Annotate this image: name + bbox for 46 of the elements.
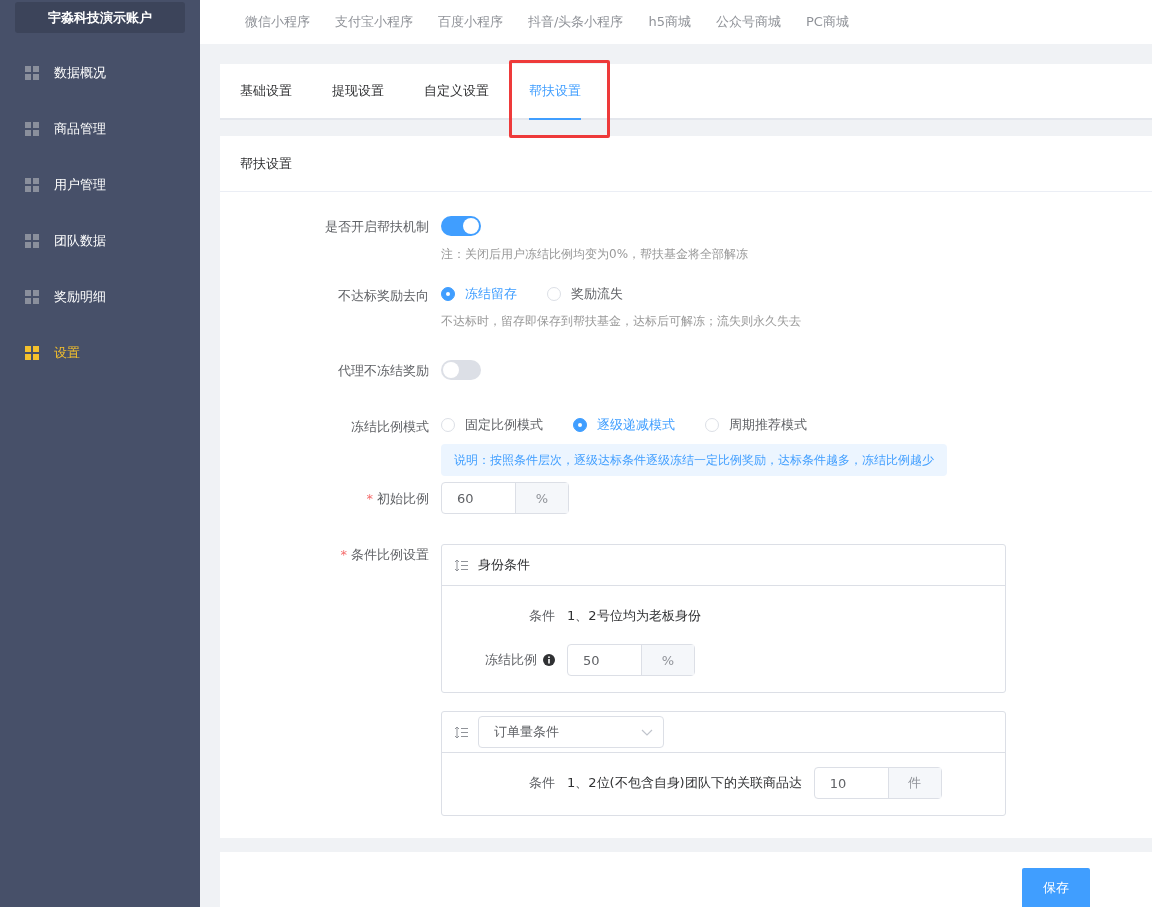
platform-tab[interactable]: 百度小程序 [438,13,503,31]
number-input-field[interactable]: 50 % [567,644,695,676]
account-name: 宇淼科技演示账户 [15,2,185,33]
grid-icon [25,178,39,192]
field-label: * 条件比例设置 [340,546,429,564]
sort-icon[interactable] [454,558,469,572]
condition-label: 冻结比例 [485,651,537,669]
grid-icon [25,66,39,80]
info-note: 说明：按照条件层次，逐级达标条件逐级冻结一定比例奖励，达标条件越多，冻结比例越少 [441,444,947,476]
number-input-field[interactable]: 10 件 [813,767,942,799]
field-label: 不达标奖励去向 [338,287,429,305]
condition-label: 条件 [529,774,555,792]
condition-title: 身份条件 [478,556,530,574]
panel-title: 帮扶设置 [240,154,292,173]
toggle-switch[interactable] [441,360,481,380]
settings-tab[interactable]: 提现设置 [332,64,384,120]
field-label: 是否开启帮扶机制 [325,218,429,236]
grid-icon [25,346,39,360]
condition-select[interactable]: 订单量条件 [478,716,664,748]
sidebar-item[interactable]: 设置 [0,325,200,381]
condition-text: 1、2号位均为老板身份 [567,607,701,625]
radio-option[interactable]: 固定比例模式 [441,416,543,434]
radio-option[interactable]: 周期推荐模式 [705,416,807,434]
number-input-field[interactable]: 60 % [441,482,569,514]
field-label: 代理不冻结奖励 [338,362,429,380]
toggle-switch[interactable] [441,216,481,236]
hint-text: 不达标时，留存即保存到帮扶基金，达标后可解冻；流失则永久失去 [441,313,801,330]
settings-tab[interactable]: 基础设置 [240,64,292,120]
radio-option[interactable]: 奖励流失 [547,285,623,303]
grid-icon [25,122,39,136]
hint-text: 注：关闭后用户冻结比例均变为0%，帮扶基金将全部解冻 [441,246,749,263]
condition-text: 1、2位(不包含自身)团队下的关联商品达 [567,774,802,792]
sidebar-item[interactable]: 用户管理 [0,157,200,213]
grid-icon [25,234,39,248]
grid-icon [25,290,39,304]
sort-icon[interactable] [454,725,469,739]
platform-tab[interactable]: 公众号商城 [715,13,781,31]
field-label: 冻结比例模式 [351,418,429,436]
sidebar-item[interactable]: 商品管理 [0,101,200,157]
condition-label: 条件 [529,607,555,625]
field-label: * 初始比例 [366,490,429,508]
sidebar-item[interactable]: 奖励明细 [0,269,200,325]
sidebar-item[interactable]: 团队数据 [0,213,200,269]
caret-icon [641,728,653,736]
settings-tab[interactable]: 自定义设置 [424,64,489,120]
sidebar-item[interactable]: 数据概况 [0,45,200,101]
